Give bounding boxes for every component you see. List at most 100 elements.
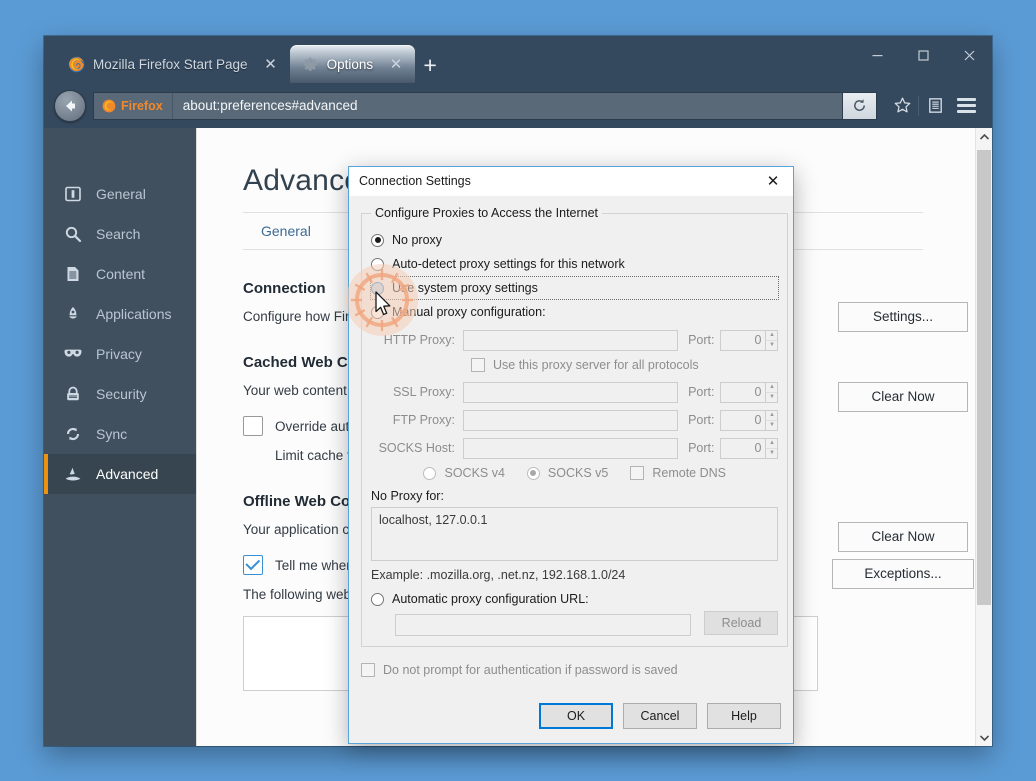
- library-button[interactable]: [920, 91, 950, 121]
- ftp-port-spinner[interactable]: ▲ ▼: [766, 409, 779, 431]
- socks-port-spinner[interactable]: ▲ ▼: [766, 437, 779, 459]
- checkbox-checked-icon[interactable]: [243, 555, 263, 575]
- url-text[interactable]: about:preferences#advanced: [173, 98, 358, 113]
- sidebar-item-security[interactable]: Security: [44, 374, 196, 414]
- url-bar[interactable]: Firefox about:preferences#advanced: [93, 91, 877, 120]
- no-proxy-for-textarea[interactable]: localhost, 127.0.0.1: [371, 507, 779, 561]
- ftp-port-input[interactable]: 0: [720, 409, 767, 431]
- window-minimize-button[interactable]: [854, 36, 900, 74]
- help-button[interactable]: Help: [707, 703, 781, 729]
- firefox-icon: [68, 56, 85, 72]
- clear-offline-now-button[interactable]: Clear Now: [838, 522, 968, 552]
- radio-manual-proxy[interactable]: Manual proxy configuration:: [371, 301, 778, 323]
- http-port-input[interactable]: 0: [720, 329, 767, 351]
- dialog-body: Configure Proxies to Access the Internet…: [349, 196, 793, 647]
- ftp-proxy-input[interactable]: [463, 409, 679, 431]
- spinner-up-icon[interactable]: ▲: [766, 411, 778, 421]
- radio-unselected-icon[interactable]: [371, 305, 384, 319]
- pac-url-row: Reload: [371, 610, 779, 636]
- identity-box[interactable]: Firefox: [94, 92, 173, 119]
- hamburger-icon-bar: [956, 98, 976, 101]
- auth-prompt-checkbox-row[interactable]: Do not prompt for authentication if pass…: [361, 659, 781, 681]
- radio-auto-detect-proxy[interactable]: Auto-detect proxy settings for this netw…: [371, 253, 778, 275]
- sidebar-item-content[interactable]: Content: [44, 254, 196, 294]
- window-maximize-button[interactable]: [900, 36, 946, 74]
- all-protocols-label: Use this proxy server for all protocols: [493, 358, 699, 372]
- no-proxy-for-label: No Proxy for:: [371, 489, 444, 503]
- content-icon: [62, 263, 84, 285]
- radio-use-system-proxy-label: Use system proxy settings: [392, 281, 538, 295]
- checkbox-unchecked-icon[interactable]: [630, 466, 645, 480]
- advanced-icon: [62, 463, 84, 485]
- tab-options[interactable]: Options ✕: [289, 45, 416, 83]
- scroll-up-arrow-icon[interactable]: [976, 128, 992, 145]
- radio-manual-proxy-label: Manual proxy configuration:: [392, 305, 546, 319]
- preferences-button-column: Settings...: [838, 302, 968, 332]
- tab-close-icon[interactable]: ✕: [262, 55, 280, 73]
- radio-unselected-icon[interactable]: [371, 281, 384, 295]
- radio-socks-v5-icon[interactable]: [526, 466, 540, 480]
- gear-icon: [303, 57, 317, 71]
- toolbar-divider: [918, 95, 919, 116]
- radio-socks-v4-icon[interactable]: [423, 466, 437, 480]
- vertical-scrollbar[interactable]: [975, 128, 992, 746]
- bookmark-star-button[interactable]: [887, 91, 917, 121]
- radio-auto-detect-label: Auto-detect proxy settings for this netw…: [392, 257, 625, 271]
- socks-host-input[interactable]: [463, 437, 679, 459]
- sidebar-item-advanced[interactable]: Advanced: [44, 454, 196, 494]
- maximize-icon: [917, 49, 929, 61]
- sidebar-item-applications[interactable]: Applications: [44, 294, 196, 334]
- spinner-up-icon[interactable]: ▲: [766, 383, 778, 393]
- radio-selected-icon[interactable]: [371, 233, 384, 247]
- ok-button[interactable]: OK: [539, 703, 613, 729]
- auth-prompt-label: Do not prompt for authentication if pass…: [383, 663, 678, 677]
- sidebar-item-search[interactable]: Search: [44, 214, 196, 254]
- checkbox-unchecked-icon[interactable]: [361, 663, 375, 677]
- checkbox-unchecked-icon[interactable]: [471, 358, 485, 372]
- spinner-down-icon[interactable]: ▼: [766, 449, 777, 458]
- dialog-button-row: OK Cancel Help: [361, 703, 781, 729]
- socks-port-input[interactable]: 0: [720, 437, 767, 459]
- clear-cache-now-button[interactable]: Clear Now: [838, 382, 968, 412]
- ssl-port-label: Port:: [688, 385, 715, 399]
- ssl-port-input[interactable]: 0: [720, 381, 767, 403]
- menu-button[interactable]: [950, 91, 982, 121]
- hamburger-icon-bar: [956, 104, 976, 107]
- offline-exceptions-button[interactable]: Exceptions...: [832, 559, 974, 589]
- spinner-down-icon[interactable]: ▼: [766, 421, 777, 430]
- radio-use-system-proxy[interactable]: Use system proxy settings: [369, 276, 780, 300]
- spinner-down-icon[interactable]: ▼: [766, 341, 777, 350]
- pac-reload-button[interactable]: Reload: [704, 611, 779, 635]
- scroll-down-arrow-icon[interactable]: [976, 729, 992, 746]
- reload-button[interactable]: [842, 92, 876, 119]
- back-button[interactable]: [54, 89, 86, 122]
- window-close-button[interactable]: [946, 36, 992, 74]
- ssl-port-spinner[interactable]: ▲ ▼: [766, 381, 779, 403]
- radio-automatic-proxy-url[interactable]: Automatic proxy configuration URL:: [371, 588, 778, 610]
- http-port-spinner[interactable]: ▲ ▼: [766, 329, 779, 351]
- radio-unselected-icon[interactable]: [371, 257, 384, 271]
- tab-close-icon[interactable]: ✕: [387, 55, 405, 73]
- radio-unselected-icon[interactable]: [371, 592, 384, 606]
- spinner-up-icon[interactable]: ▲: [766, 331, 778, 341]
- scrollbar-thumb[interactable]: [977, 150, 991, 605]
- spinner-up-icon[interactable]: ▲: [766, 439, 778, 449]
- http-proxy-input[interactable]: [463, 329, 679, 351]
- dialog-close-button[interactable]: ✕: [753, 167, 793, 195]
- tab-mozilla-firefox-start-page[interactable]: Mozilla Firefox Start Page ✕: [56, 45, 290, 83]
- spinner-down-icon[interactable]: ▼: [766, 393, 777, 402]
- pac-url-input[interactable]: [395, 614, 691, 636]
- sidebar-item-sync[interactable]: Sync: [44, 414, 196, 454]
- cancel-button[interactable]: Cancel: [623, 703, 697, 729]
- ssl-proxy-input[interactable]: [463, 381, 679, 403]
- checkbox-unchecked-icon[interactable]: [243, 416, 263, 436]
- sidebar-item-general[interactable]: General: [44, 174, 196, 214]
- tab-general[interactable]: General: [261, 223, 311, 239]
- sidebar-item-privacy[interactable]: Privacy: [44, 334, 196, 374]
- ftp-port-label: Port:: [688, 413, 715, 427]
- new-tab-button[interactable]: +: [415, 47, 445, 83]
- all-protocols-checkbox-row[interactable]: Use this proxy server for all protocols: [371, 353, 778, 377]
- radio-no-proxy[interactable]: No proxy: [371, 229, 778, 251]
- back-arrow-icon: [66, 100, 75, 111]
- connection-settings-button[interactable]: Settings...: [838, 302, 968, 332]
